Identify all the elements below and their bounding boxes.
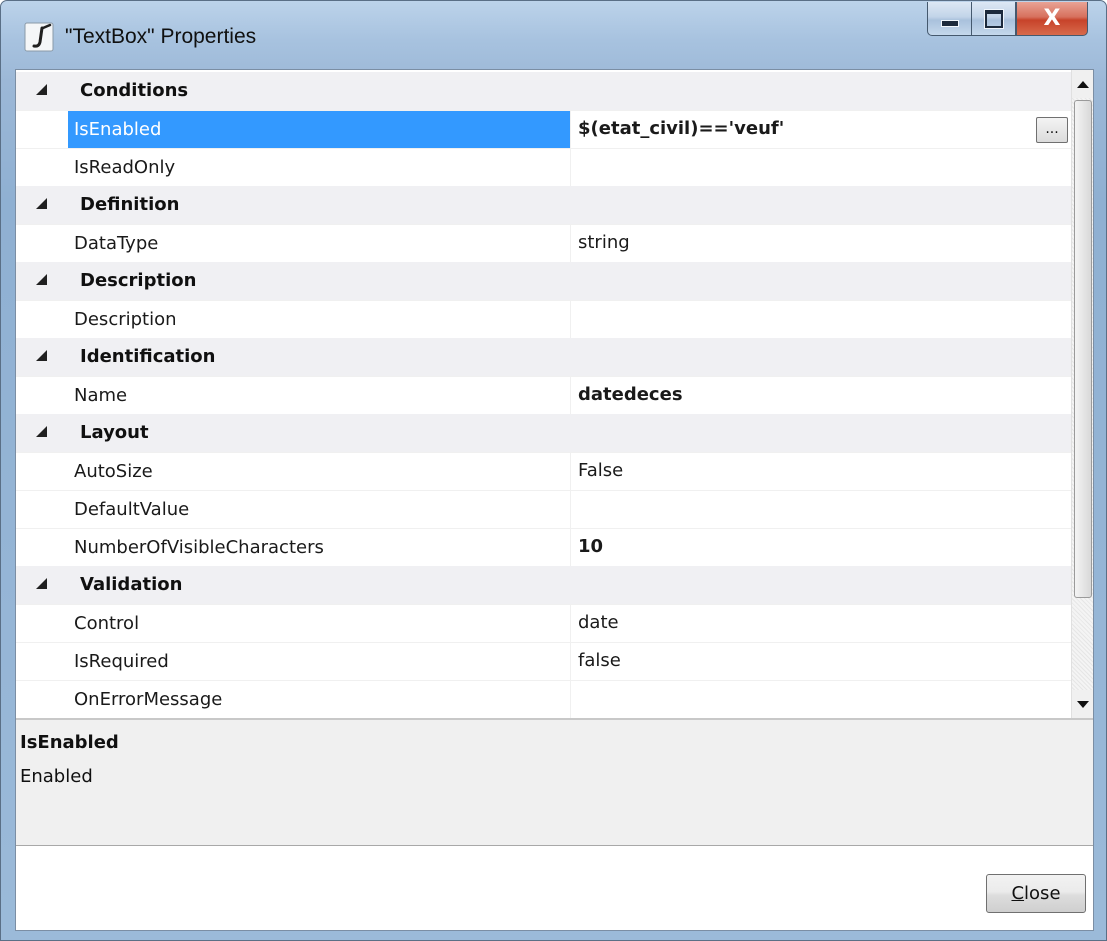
category-label: Identification bbox=[80, 346, 216, 367]
property-row[interactable]: IsRequired false bbox=[16, 642, 1071, 681]
category-label: Layout bbox=[80, 422, 149, 443]
collapse-triangle-icon[interactable] bbox=[36, 350, 47, 361]
property-value[interactable]: False bbox=[578, 453, 623, 491]
property-row[interactable]: DefaultValue bbox=[16, 490, 1071, 529]
property-value[interactable]: $(etat_civil)=='veuf' bbox=[578, 111, 784, 149]
scroll-up-button[interactable] bbox=[1072, 70, 1093, 98]
category-row[interactable]: Description bbox=[16, 262, 1071, 300]
minimize-button[interactable] bbox=[927, 2, 971, 36]
collapse-triangle-icon[interactable] bbox=[36, 426, 47, 437]
caption-buttons: X bbox=[927, 2, 1088, 36]
property-row[interactable]: IsReadOnly bbox=[16, 148, 1071, 187]
property-value[interactable]: datedeces bbox=[578, 377, 683, 415]
property-name[interactable]: Name bbox=[68, 377, 571, 415]
collapse-triangle-icon[interactable] bbox=[36, 578, 47, 589]
category-label: Conditions bbox=[80, 80, 189, 101]
property-value[interactable]: string bbox=[578, 225, 630, 263]
property-row[interactable]: OnErrorMessage bbox=[16, 680, 1071, 719]
close-accelerator: C bbox=[1011, 883, 1025, 904]
title-bar[interactable]: "TextBox" Properties X bbox=[1, 1, 1106, 69]
property-name[interactable]: DefaultValue bbox=[68, 491, 571, 529]
category-label: Definition bbox=[80, 194, 180, 215]
property-value[interactable]: false bbox=[578, 643, 621, 681]
description-text: Enabled bbox=[20, 766, 93, 787]
close-icon: X bbox=[1043, 6, 1061, 31]
close-label: lose bbox=[1024, 883, 1061, 904]
category-row[interactable]: Validation bbox=[16, 566, 1071, 604]
close-button[interactable]: Close bbox=[986, 874, 1086, 913]
ellipsis-button[interactable]: ... bbox=[1036, 117, 1068, 143]
properties-window: "TextBox" Properties X Conditions IsEnabl… bbox=[0, 0, 1107, 941]
collapse-triangle-icon[interactable] bbox=[36, 84, 47, 95]
property-row[interactable]: NumberOfVisibleCharacters 10 bbox=[16, 528, 1071, 567]
property-row[interactable]: Description bbox=[16, 300, 1071, 339]
vertical-scrollbar[interactable] bbox=[1071, 70, 1093, 718]
category-row[interactable]: Layout bbox=[16, 414, 1071, 452]
property-name[interactable]: DataType bbox=[68, 225, 571, 263]
collapse-triangle-icon[interactable] bbox=[36, 198, 47, 209]
property-name[interactable]: IsRequired bbox=[68, 643, 571, 681]
client-area: Conditions IsEnabled $(etat_civil)=='veuf'… bbox=[15, 69, 1094, 931]
property-row[interactable]: Name datedeces bbox=[16, 376, 1071, 415]
property-row[interactable]: DataType string bbox=[16, 224, 1071, 263]
minimize-icon bbox=[940, 20, 959, 27]
arrow-up-icon bbox=[1076, 80, 1089, 88]
window-title: "TextBox" Properties bbox=[65, 25, 257, 48]
category-label: Description bbox=[80, 270, 197, 291]
maximize-button[interactable] bbox=[971, 2, 1016, 36]
category-row[interactable]: Identification bbox=[16, 338, 1071, 376]
scroll-down-button[interactable] bbox=[1072, 690, 1093, 718]
category-row[interactable]: Conditions bbox=[16, 72, 1071, 110]
property-row[interactable]: AutoSize False bbox=[16, 452, 1071, 491]
property-value[interactable]: date bbox=[578, 605, 619, 643]
property-name[interactable]: AutoSize bbox=[68, 453, 571, 491]
window-close-button[interactable]: X bbox=[1016, 2, 1088, 36]
property-grid: Conditions IsEnabled $(etat_civil)=='veuf'… bbox=[16, 70, 1071, 719]
category-label: Validation bbox=[80, 574, 183, 595]
property-name[interactable]: IsReadOnly bbox=[68, 149, 571, 187]
script-j-icon bbox=[24, 22, 54, 52]
collapse-triangle-icon[interactable] bbox=[36, 274, 47, 285]
scroll-thumb[interactable] bbox=[1074, 100, 1092, 598]
arrow-down-icon bbox=[1076, 700, 1089, 708]
property-row[interactable]: IsEnabled $(etat_civil)=='veuf'... bbox=[16, 110, 1071, 149]
property-value[interactable]: 10 bbox=[578, 529, 603, 567]
maximize-icon bbox=[983, 8, 1004, 29]
property-name[interactable]: IsEnabled bbox=[68, 111, 571, 149]
property-name[interactable]: NumberOfVisibleCharacters bbox=[68, 529, 571, 567]
property-name[interactable]: OnErrorMessage bbox=[68, 681, 571, 719]
property-name[interactable]: Control bbox=[68, 605, 571, 643]
category-row[interactable]: Definition bbox=[16, 186, 1071, 224]
description-panel: IsEnabled Enabled bbox=[16, 718, 1093, 846]
property-row[interactable]: Control date bbox=[16, 604, 1071, 643]
description-title: IsEnabled bbox=[20, 732, 119, 753]
property-name[interactable]: Description bbox=[68, 301, 571, 339]
